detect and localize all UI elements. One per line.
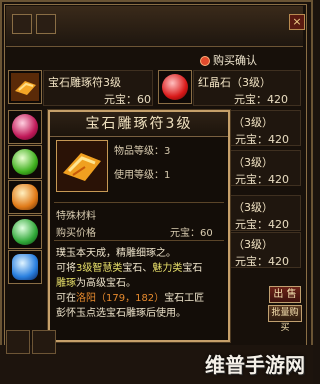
item-name: （3级） (233, 116, 273, 129)
buy-price-label: 购买价格 (56, 228, 96, 239)
desc-line: 璞玉本天成，精雕细琢之。 (56, 248, 176, 259)
desc-text: 宝石、 (122, 263, 153, 274)
item-price: 元宝：420 (234, 93, 288, 106)
item-slot[interactable] (8, 215, 42, 249)
list-item[interactable]: （3级） 元宝：420 (230, 195, 301, 231)
list-item[interactable]: （3级） 元宝：420 (230, 150, 301, 186)
divider (54, 202, 224, 203)
desc-location: 洛阳（179，182） (76, 293, 165, 304)
item-name: （3级） (233, 201, 273, 214)
desc-line: 可将3级智慧类宝石、魅力类宝石 (56, 261, 228, 276)
item-price: 元宝：420 (235, 133, 289, 146)
buy-price-value: 元宝：60 (170, 228, 213, 239)
tooltip-title: 宝石雕琢符3级 (50, 112, 228, 137)
item-slot[interactable] (8, 250, 42, 284)
desc-highlight: 3级智慧类 (76, 263, 123, 274)
desc-line: 雕琢为高级宝石。 (56, 276, 228, 291)
desc-line: 可在洛阳（179，182）宝石工匠 (56, 291, 228, 306)
list-item[interactable]: （3级） 元宝：420 (230, 232, 301, 268)
buy-confirm-checkbox[interactable]: 购买确认 (200, 52, 257, 68)
item-slot[interactable] (8, 180, 42, 214)
item-price: 元宝：420 (235, 173, 289, 186)
green-gem-icon (12, 219, 38, 245)
item-level: 物品等级：3 (114, 146, 171, 157)
close-button[interactable]: × (289, 14, 305, 30)
pink-gem-icon (12, 114, 38, 140)
item-name: （3级） (233, 238, 273, 251)
menu-icon[interactable] (12, 14, 32, 34)
special-material: 特殊材料 (56, 211, 96, 222)
divider (54, 240, 224, 241)
desc-line: 彭怀玉点选宝石雕琢后使用。 (56, 308, 186, 319)
scroll-icon (11, 73, 39, 101)
desc-text: 可将 (56, 263, 76, 274)
item-price: 元宝：420 (235, 218, 289, 231)
sell-button[interactable]: 出 售 (269, 286, 301, 303)
list-item[interactable]: （3级） 元宝：420 (230, 110, 301, 146)
green-gem-icon (12, 149, 38, 175)
desc-text: 宝石工匠 (164, 293, 205, 304)
item-description: 璞玉本天成，精雕细琢之。 可将3级智慧类宝石、魅力类宝石 雕琢为高级宝石。 可在… (56, 246, 228, 321)
bottom-slot[interactable] (6, 330, 30, 354)
item-slot[interactable] (8, 145, 42, 179)
desc-text: 宝石 (182, 263, 203, 274)
item-name: 红晶石（3级） (198, 76, 271, 89)
bottom-slot[interactable] (32, 330, 56, 354)
radio-icon (200, 56, 210, 66)
blue-gem-icon (12, 254, 38, 280)
desc-text: 为高级宝石。 (76, 278, 136, 289)
item-name: （3级） (233, 156, 273, 169)
scroll-icon (57, 141, 107, 191)
item-slot[interactable] (8, 110, 42, 144)
item-price: 元宝：60 (104, 93, 151, 106)
ruby-gem-icon (162, 74, 188, 100)
tooltip-item-icon (56, 140, 108, 192)
desc-highlight: 魅力类 (152, 263, 183, 274)
orange-gem-icon (12, 184, 38, 210)
list-item[interactable]: 宝石雕琢符3级 元宝：60 (43, 70, 153, 106)
item-name: 宝石雕琢符3级 (48, 76, 121, 89)
use-level: 使用等级：1 (114, 170, 171, 181)
item-slot-ruby[interactable] (158, 70, 192, 104)
list-item[interactable]: 红晶石（3级） 元宝：420 (193, 70, 301, 106)
bulk-buy-button[interactable]: 批量购买 (268, 305, 302, 333)
bag-icon[interactable] (36, 14, 56, 34)
item-price: 元宝：420 (235, 255, 289, 268)
item-slot-scroll[interactable] (8, 70, 42, 104)
watermark-text: 维普手游网 (205, 353, 305, 377)
buy-confirm-label: 购买确认 (213, 54, 257, 67)
desc-text: 可在 (56, 293, 76, 304)
desc-highlight: 雕琢 (56, 278, 76, 289)
